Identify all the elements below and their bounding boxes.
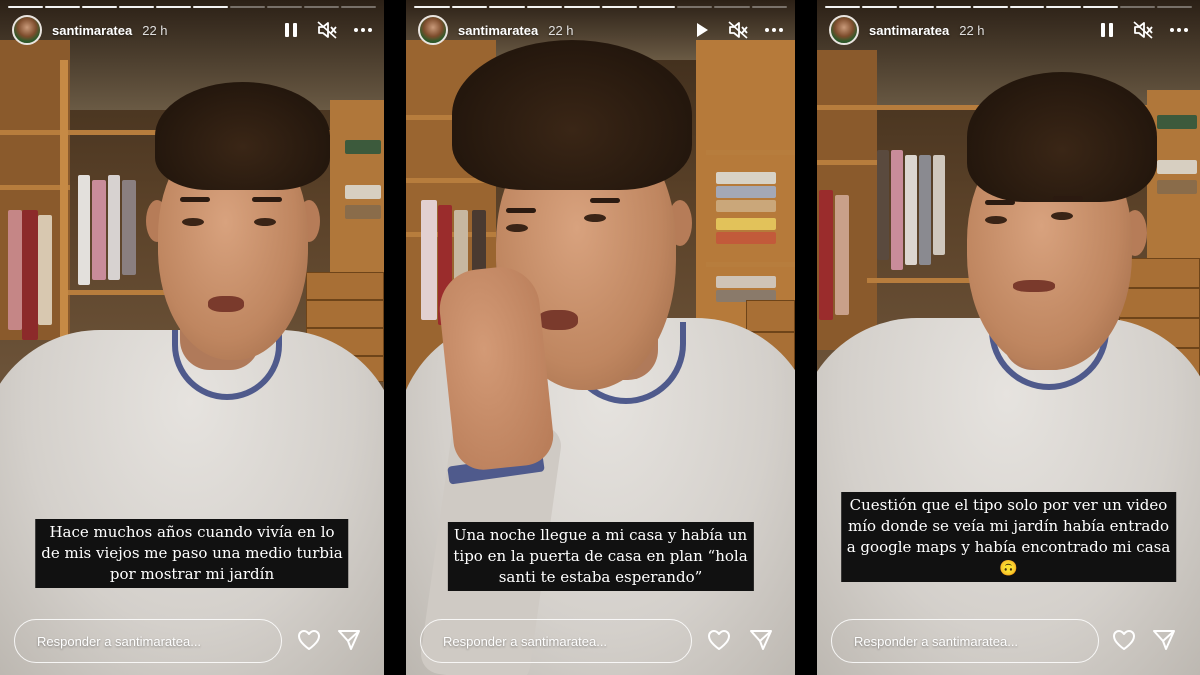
story-header: santimaratea 22 h (829, 14, 1190, 46)
speaker-muted-icon[interactable] (1132, 19, 1154, 41)
caption-line: a google maps y había encontrado mi casa (846, 538, 1171, 556)
more-options-icon[interactable] (763, 19, 785, 41)
story-caption: Cuestión que el tipo solo por ver un vid… (840, 492, 1177, 582)
caption-emoji: 🙃 (999, 559, 1018, 577)
send-icon[interactable] (748, 627, 774, 653)
send-icon[interactable] (336, 627, 362, 653)
story-progress-bar (8, 6, 376, 8)
reply-placeholder: Responder a santimaratea... (37, 633, 202, 649)
timestamp: 22 h (959, 22, 985, 38)
pause-icon[interactable] (1096, 19, 1118, 41)
reply-input[interactable]: Responder a santimaratea... (420, 619, 692, 663)
story-caption: Una noche llegue a mi casa y había un ti… (447, 522, 754, 591)
username[interactable]: santimaratea (458, 23, 538, 38)
story-header: santimaratea 22 h (418, 14, 785, 46)
caption-line: Cuestión que el tipo solo por ver un vid… (849, 496, 1168, 514)
more-options-icon[interactable] (1168, 19, 1190, 41)
reply-input[interactable]: Responder a santimaratea... (14, 619, 282, 663)
caption-line: Hace muchos años cuando vivía en lo (49, 523, 335, 541)
send-icon[interactable] (1151, 627, 1177, 653)
play-icon[interactable] (691, 19, 713, 41)
story-panel-2[interactable]: santimaratea 22 h Una noche llegue a mi … (406, 0, 795, 675)
story-header: santimaratea 22 h (12, 14, 374, 46)
story-panel-3[interactable]: santimaratea 22 h Cuestión que el tipo s… (817, 0, 1200, 675)
avatar[interactable] (418, 15, 448, 45)
heart-icon[interactable] (706, 627, 732, 653)
reply-input[interactable]: Responder a santimaratea... (831, 619, 1099, 663)
caption-line: tipo en la puerta de casa en plan “hola (453, 547, 748, 565)
reply-placeholder: Responder a santimaratea... (443, 633, 608, 649)
caption-line: Una noche llegue a mi casa y había un (453, 526, 748, 544)
speaker-muted-icon[interactable] (727, 19, 749, 41)
story-panel-1[interactable]: santimaratea 22 h Hace muchos años cuand… (0, 0, 384, 675)
story-progress-bar (414, 6, 787, 8)
username[interactable]: santimaratea (52, 23, 132, 38)
pause-icon[interactable] (280, 19, 302, 41)
more-options-icon[interactable] (352, 19, 374, 41)
caption-line: de mis viejos me paso una medio turbia (41, 544, 343, 562)
reply-placeholder: Responder a santimaratea... (854, 633, 1019, 649)
heart-icon[interactable] (1111, 627, 1137, 653)
story-progress-bar (825, 6, 1193, 8)
username[interactable]: santimaratea (869, 23, 949, 38)
caption-line: mío donde se veía mi jardín había entrad… (848, 517, 1169, 535)
heart-icon[interactable] (296, 627, 322, 653)
speaker-muted-icon[interactable] (316, 19, 338, 41)
story-caption: Hace muchos años cuando vivía en lo de m… (35, 519, 349, 588)
caption-line: santi te estaba esperando” (498, 568, 703, 586)
timestamp: 22 h (548, 22, 574, 38)
caption-line: por mostrar mi jardín (109, 565, 275, 583)
avatar[interactable] (829, 15, 859, 45)
timestamp: 22 h (142, 22, 168, 38)
avatar[interactable] (12, 15, 42, 45)
